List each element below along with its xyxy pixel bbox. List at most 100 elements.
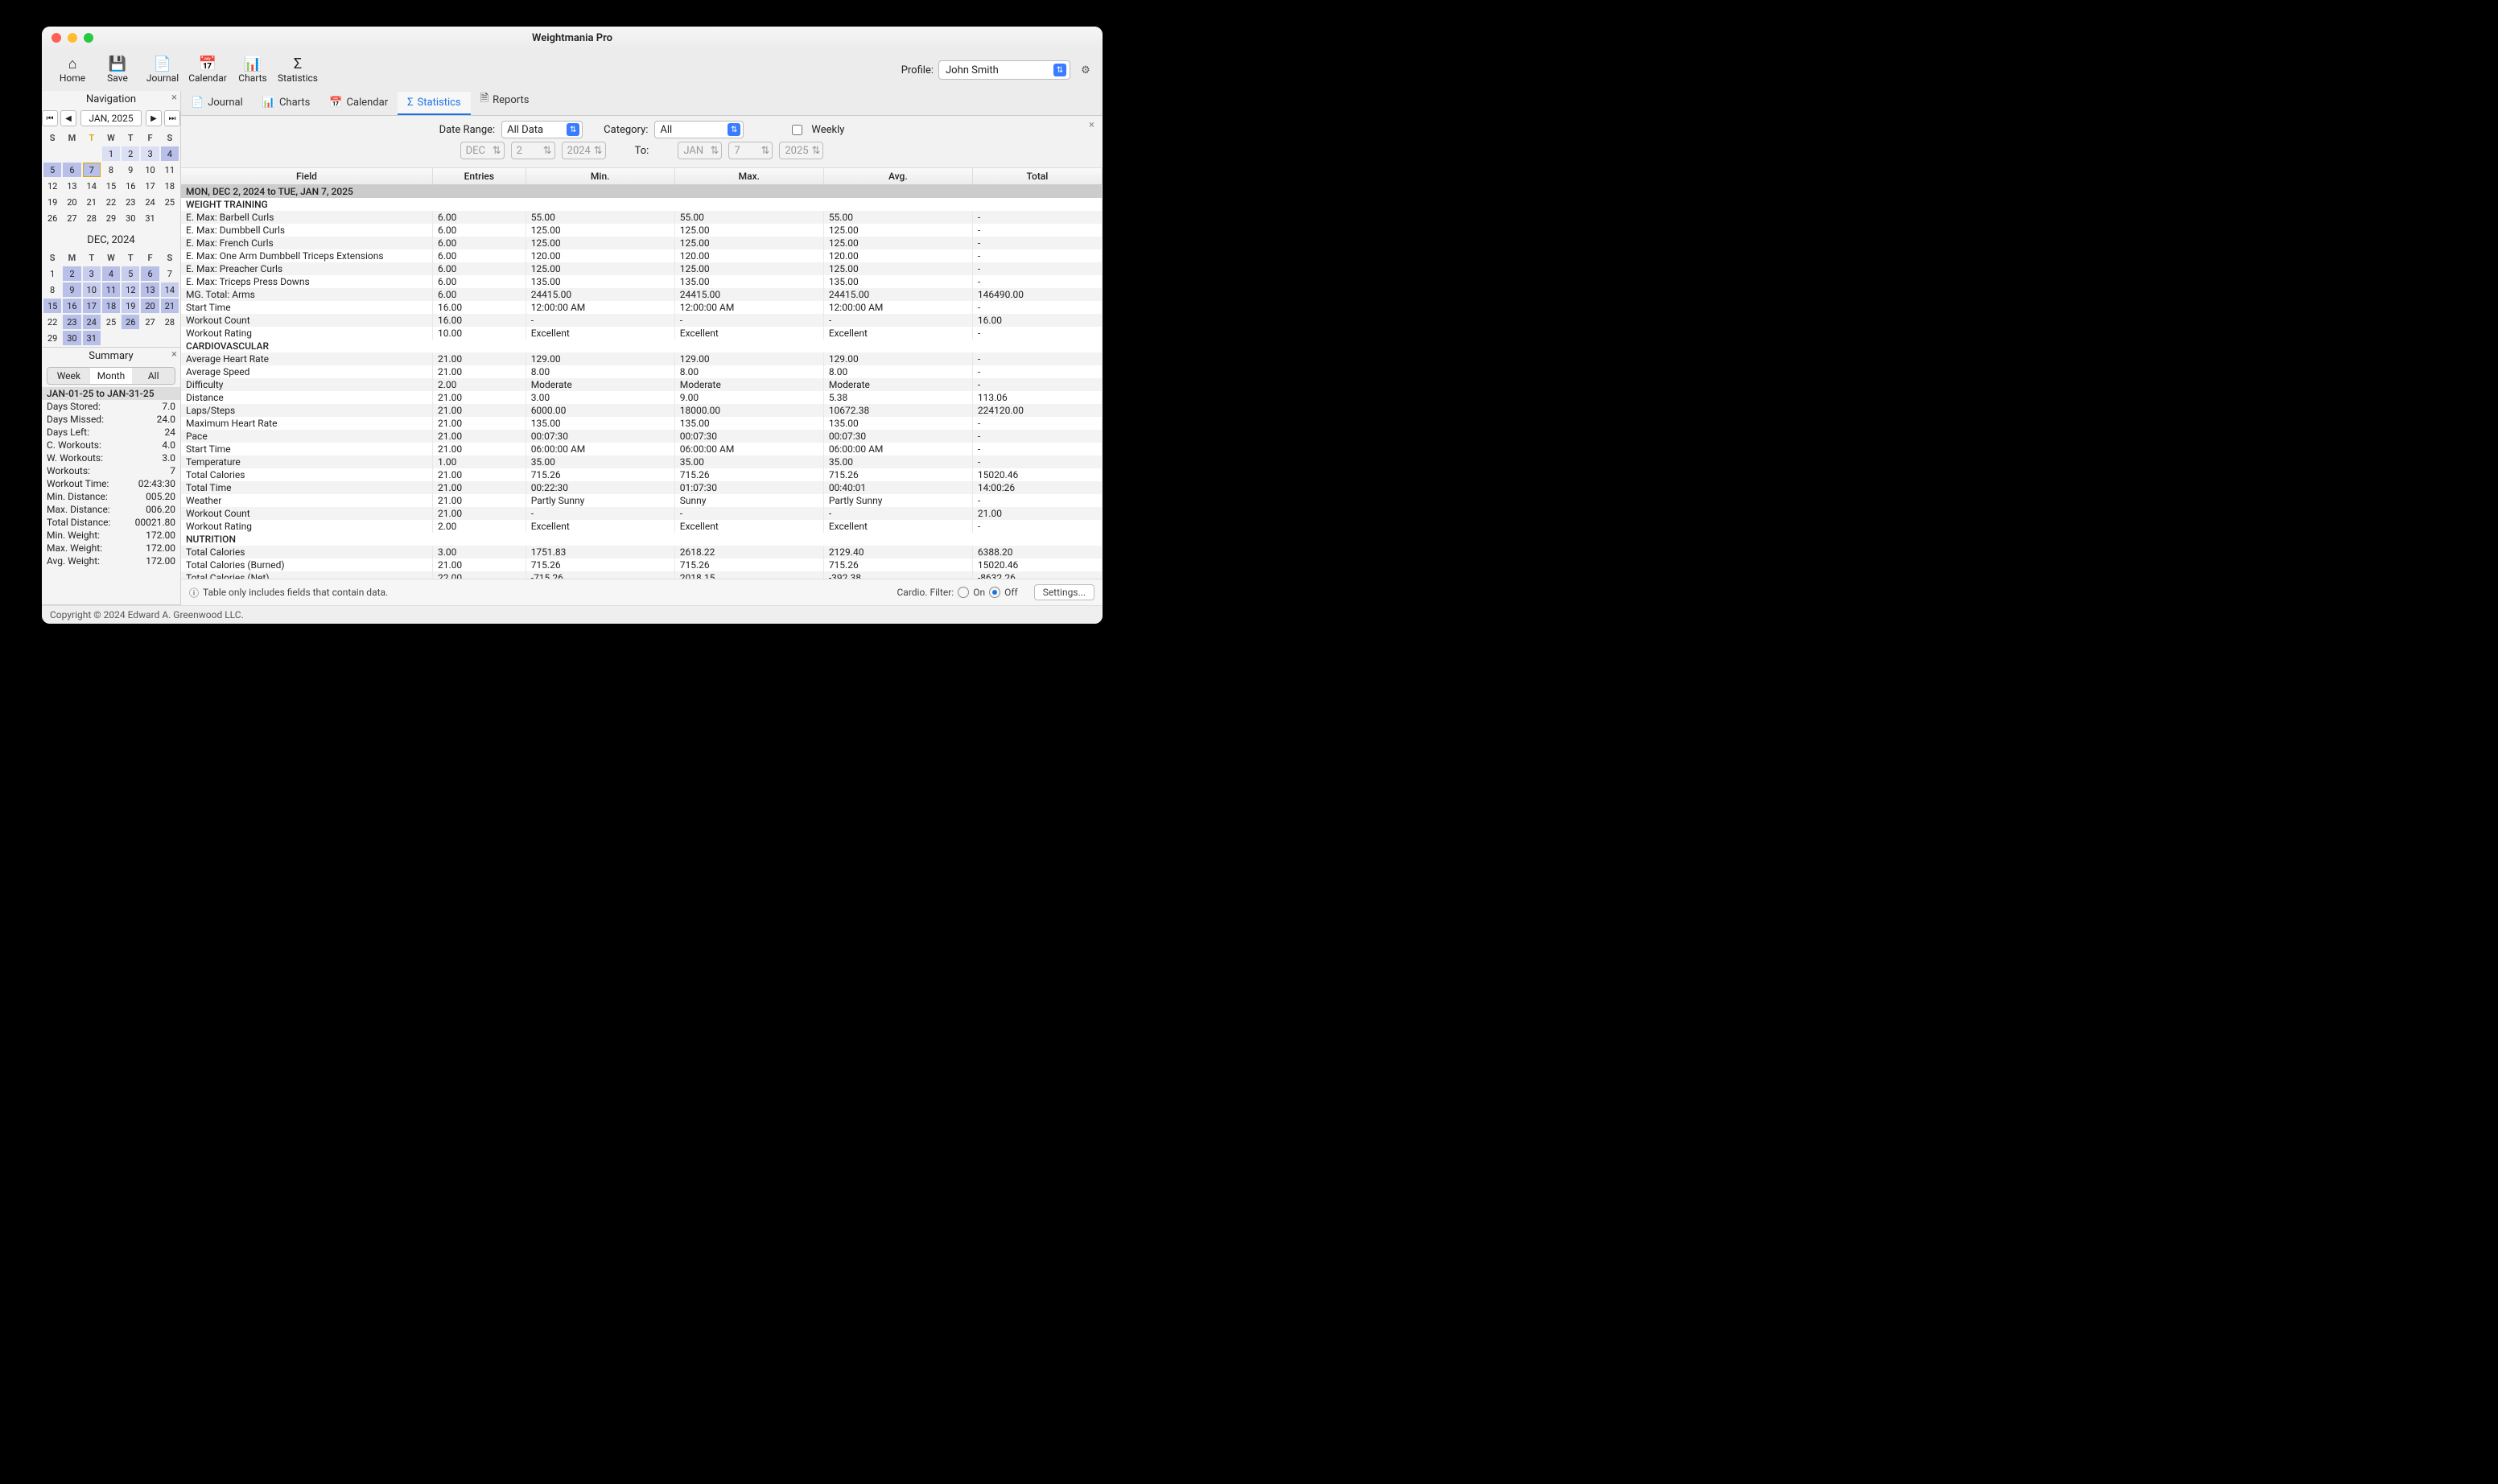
to-month-select[interactable]: JAN⇅	[678, 142, 722, 159]
table-row[interactable]: Laps/Steps21.006000.0018000.0010672.3822…	[181, 404, 1103, 417]
calendar-day[interactable]: 23	[63, 315, 80, 329]
calendar-day[interactable]: 20	[63, 195, 80, 209]
col-header[interactable]: Avg.	[823, 168, 972, 185]
calendar-day[interactable]: 20	[141, 299, 159, 313]
profile-select[interactable]: John Smith ⇅	[938, 60, 1070, 80]
calendar-day[interactable]: 5	[43, 163, 61, 177]
calendar-day[interactable]: 6	[141, 266, 159, 281]
calendar-day[interactable]: 16	[122, 179, 139, 193]
table-row[interactable]: Total Calories (Net)22.00-715.262018.15-…	[181, 571, 1103, 579]
calendar-day[interactable]: 29	[102, 211, 120, 225]
cardio-filter-on[interactable]	[958, 587, 969, 598]
calendar-day[interactable]: 30	[122, 211, 139, 225]
first-month-button[interactable]: ⏮	[42, 110, 58, 126]
month-label[interactable]: JAN, 2025	[80, 110, 142, 126]
col-header[interactable]: Field	[181, 168, 433, 185]
prev-month-button[interactable]: ◀	[60, 110, 76, 126]
home-button[interactable]: ⌂Home	[50, 56, 95, 84]
col-header[interactable]: Max.	[674, 168, 823, 185]
calendar-day[interactable]: 24	[83, 315, 101, 329]
table-row[interactable]: Temperature1.0035.0035.0035.00-	[181, 456, 1103, 468]
table-row[interactable]: Maximum Heart Rate21.00135.00135.00135.0…	[181, 417, 1103, 430]
calendar-day[interactable]: 25	[102, 315, 120, 329]
calendar-day[interactable]: 17	[141, 179, 159, 193]
table-row[interactable]: E. Max: French Curls6.00125.00125.00125.…	[181, 237, 1103, 249]
seg-all[interactable]: All	[132, 368, 175, 384]
calendar-day[interactable]: 28	[161, 315, 179, 329]
calendar-day[interactable]: 28	[83, 211, 101, 225]
calendar-day[interactable]: 25	[161, 195, 179, 209]
table-row[interactable]: Total Calories21.00715.26715.26715.26150…	[181, 468, 1103, 481]
calendar-day[interactable]: 12	[122, 282, 139, 297]
col-header[interactable]: Total	[972, 168, 1102, 185]
calendar-day[interactable]: 1	[43, 266, 61, 281]
from-day-select[interactable]: 2⇅	[511, 142, 555, 159]
from-month-select[interactable]: DEC⇅	[460, 142, 505, 159]
calendar-day[interactable]: 13	[63, 179, 80, 193]
seg-week[interactable]: Week	[47, 368, 90, 384]
calendar-day[interactable]: 15	[43, 299, 61, 313]
calendar-day[interactable]: 5	[122, 266, 139, 281]
calendar-day[interactable]: 8	[102, 163, 120, 177]
table-row[interactable]: Workout Rating10.00ExcellentExcellentExc…	[181, 327, 1103, 340]
col-header[interactable]: Entries	[433, 168, 526, 185]
calendar-day[interactable]: 18	[161, 179, 179, 193]
calendar-day[interactable]: 29	[43, 331, 61, 345]
calendar-day[interactable]: 9	[63, 282, 80, 297]
calendar-day[interactable]: 13	[141, 282, 159, 297]
table-row[interactable]: Distance21.003.009.005.38113.06	[181, 391, 1103, 404]
close-icon[interactable]: ×	[171, 92, 177, 104]
calendar-day[interactable]: 14	[83, 179, 101, 193]
calendar-day[interactable]: 31	[83, 331, 101, 345]
statistics-button[interactable]: ΣStatistics	[275, 56, 320, 84]
table-row[interactable]: E. Max: Dumbbell Curls6.00125.00125.0012…	[181, 224, 1103, 237]
tab-statistics[interactable]: ΣStatistics	[398, 92, 471, 115]
calendar-day[interactable]: 27	[63, 211, 80, 225]
table-row[interactable]: Start Time21.0006:00:00 AM06:00:00 AM06:…	[181, 443, 1103, 456]
seg-month[interactable]: Month	[90, 368, 133, 384]
table-row[interactable]: Workout Count21.00---21.00	[181, 507, 1103, 520]
stats-table-wrap[interactable]: FieldEntriesMin.Max.Avg.TotalMON, DEC 2,…	[181, 168, 1103, 579]
calendar-dec[interactable]: SMTWTFS123456789101112131415161718192021…	[42, 249, 180, 347]
calendar-day[interactable]: 21	[83, 195, 101, 209]
to-year-select[interactable]: 2025⇅	[779, 142, 823, 159]
calendar-day[interactable]: 31	[141, 211, 159, 225]
calendar-day[interactable]: 12	[43, 179, 61, 193]
calendar-day[interactable]: 11	[161, 163, 179, 177]
calendar-day[interactable]: 10	[83, 282, 101, 297]
table-row[interactable]: Weather21.00Partly SunnySunnyPartly Sunn…	[181, 494, 1103, 507]
calendar-day[interactable]: 8	[43, 282, 61, 297]
table-row[interactable]: Average Speed21.008.008.008.00-	[181, 365, 1103, 378]
calendar-day[interactable]: 30	[63, 331, 80, 345]
calendar-jan[interactable]: SMTWTFS123456789101112131415161718192021…	[42, 129, 180, 227]
table-row[interactable]: Total Calories3.001751.832618.222129.406…	[181, 546, 1103, 559]
calendar-day[interactable]: 26	[43, 211, 61, 225]
settings-button[interactable]: Settings...	[1034, 584, 1094, 600]
table-row[interactable]: MG. Total: Arms6.0024415.0024415.0024415…	[181, 288, 1103, 301]
calendar-day[interactable]: 3	[83, 266, 101, 281]
table-row[interactable]: Workout Count16.00---16.00	[181, 314, 1103, 327]
tab-reports[interactable]: 🗎Reports	[471, 86, 539, 115]
calendar-day[interactable]: 24	[141, 195, 159, 209]
calendar-day[interactable]: 9	[122, 163, 139, 177]
calendar-day[interactable]: 15	[102, 179, 120, 193]
calendar-day[interactable]: 22	[43, 315, 61, 329]
last-month-button[interactable]: ⏭	[164, 110, 180, 126]
tab-calendar[interactable]: 📅Calendar	[319, 92, 398, 115]
table-row[interactable]: E. Max: Preacher Curls6.00125.00125.0012…	[181, 262, 1103, 275]
table-row[interactable]: Pace21.0000:07:3000:07:3000:07:30-	[181, 430, 1103, 443]
calendar-day[interactable]: 18	[102, 299, 120, 313]
summary-segment[interactable]: Week Month All	[47, 367, 175, 385]
calendar-button[interactable]: 📅Calendar	[185, 56, 230, 84]
table-row[interactable]: Average Heart Rate21.00129.00129.00129.0…	[181, 352, 1103, 365]
next-month-button[interactable]: ▶	[146, 110, 162, 126]
journal-button[interactable]: 📄Journal	[140, 56, 185, 84]
calendar-day[interactable]: 19	[43, 195, 61, 209]
table-row[interactable]: Workout Rating2.00ExcellentExcellentExce…	[181, 520, 1103, 533]
calendar-day[interactable]: 7	[83, 163, 101, 177]
close-icon[interactable]: ×	[1089, 119, 1094, 131]
calendar-day[interactable]: 27	[141, 315, 159, 329]
table-row[interactable]: Difficulty2.00ModerateModerateModerate-	[181, 378, 1103, 391]
cardio-filter-off[interactable]	[989, 587, 1000, 598]
table-row[interactable]: Total Time21.0000:22:3001:07:3000:40:011…	[181, 481, 1103, 494]
